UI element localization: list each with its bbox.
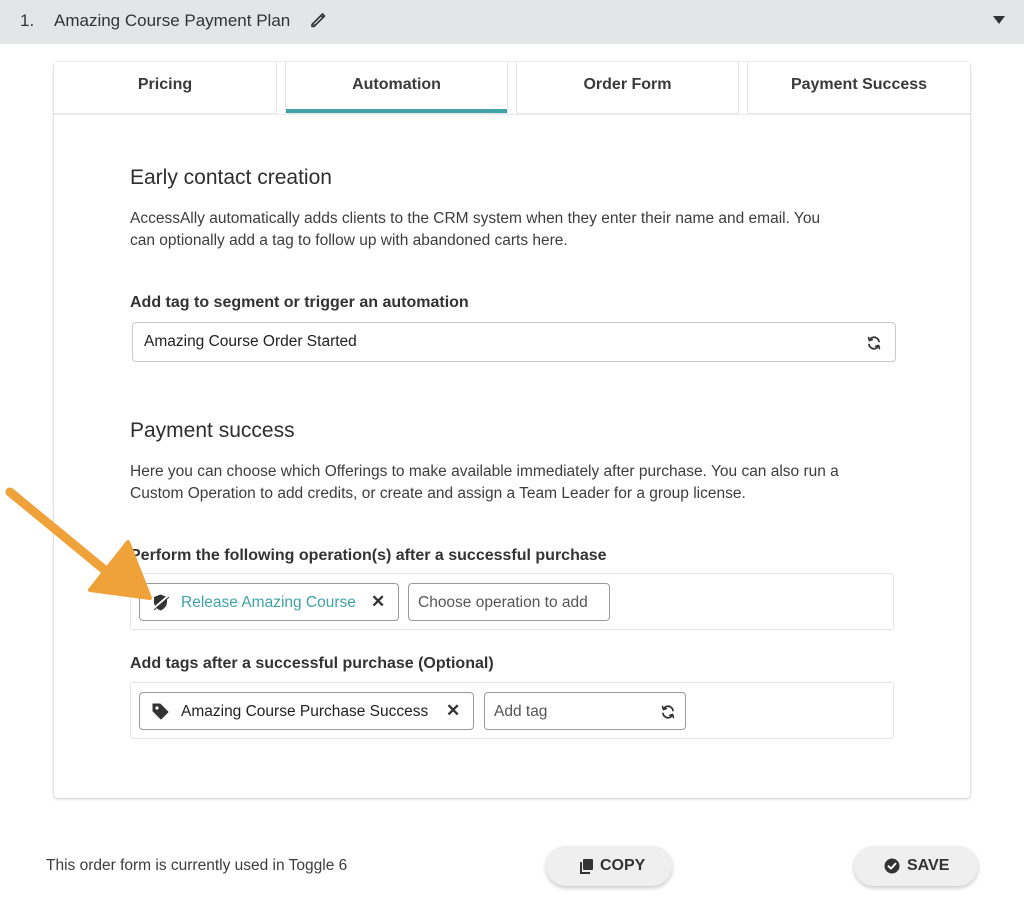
early-contact-description: AccessAlly automatically adds clients to… [130, 210, 821, 249]
add-tag-placeholder: Add tag [494, 703, 548, 720]
save-button-label: SAVE [907, 857, 950, 874]
copy-button[interactable]: COPY [546, 846, 672, 886]
copy-icon [580, 859, 593, 874]
choose-operation-placeholder: Choose operation to add [418, 594, 588, 611]
refresh-icon[interactable] [866, 335, 882, 351]
choose-operation-input[interactable]: Choose operation to add [408, 583, 610, 621]
operations-group: Release Amazing Course ✕ Choose operatio… [130, 573, 894, 630]
pencil-icon[interactable] [309, 11, 327, 29]
remove-operation-icon[interactable]: ✕ [371, 592, 385, 612]
operation-chip-label: Release Amazing Course [181, 594, 356, 611]
remove-tag-icon[interactable]: ✕ [446, 701, 460, 721]
tab-divider [54, 114, 970, 115]
early-contact-heading: Early contact creation [130, 166, 332, 189]
caret-down-icon[interactable] [993, 16, 1005, 24]
check-circle-icon [884, 858, 900, 874]
payment-success-description: Here you can choose which Offerings to m… [130, 463, 839, 502]
tab-automation[interactable]: Automation [285, 62, 508, 114]
tag-icon [152, 703, 169, 720]
plan-title: Amazing Course Payment Plan [54, 11, 291, 30]
operations-label: Perform the following operation(s) after… [130, 547, 607, 564]
usage-status-text: This order form is currently used in Tog… [46, 857, 348, 874]
tab-pricing[interactable]: Pricing [54, 62, 277, 114]
tags-purchase-label: Add tags after a successful purchase (Op… [130, 655, 494, 672]
tab-bar: Pricing Automation Order Form Payment Su… [54, 62, 970, 114]
copy-button-label: COPY [600, 857, 646, 874]
operation-chip[interactable]: Release Amazing Course ✕ [139, 583, 399, 621]
tags-group: Amazing Course Purchase Success ✕ Add ta… [130, 682, 894, 739]
tab-payment-success[interactable]: Payment Success [747, 62, 970, 114]
plan-number: 1. [20, 11, 35, 30]
tag-select-value: Amazing Course Order Started [144, 333, 357, 350]
refresh-icon[interactable] [660, 704, 676, 720]
tag-chip[interactable]: Amazing Course Purchase Success ✕ [139, 692, 474, 730]
payment-success-heading: Payment success [130, 419, 295, 442]
plan-header[interactable]: 1. Amazing Course Payment Plan [0, 0, 1024, 44]
annotation-arrow [5, 487, 152, 600]
active-tab-indicator [286, 109, 507, 113]
tab-order-form[interactable]: Order Form [516, 62, 739, 114]
save-button[interactable]: SAVE [854, 846, 978, 886]
tag-chip-label: Amazing Course Purchase Success [181, 703, 429, 720]
add-tag-input[interactable]: Add tag [484, 692, 686, 730]
tag-segment-label: Add tag to segment or trigger an automat… [130, 294, 469, 311]
tag-select[interactable]: Amazing Course Order Started [132, 322, 896, 362]
